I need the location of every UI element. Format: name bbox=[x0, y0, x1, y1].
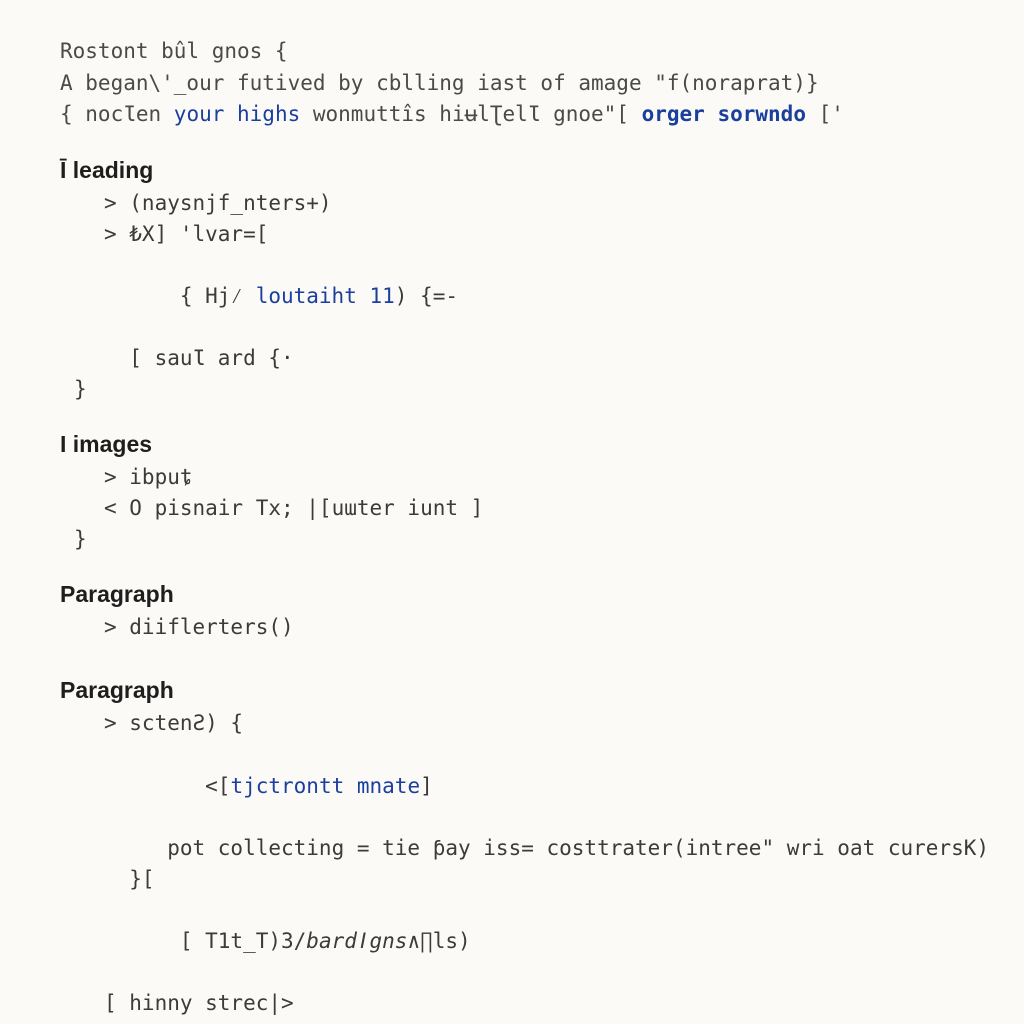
section-images-body: > ibpuȶ < O pisnair Tx; |[uɯter iunt ] bbox=[104, 462, 994, 524]
header-line-3: { nocƖen your highs wonmuttîs hiʉlƮelƖ g… bbox=[60, 99, 994, 131]
s2-close: } bbox=[74, 524, 994, 555]
h3d: orger sorwndo bbox=[642, 102, 806, 126]
h3b: your highs bbox=[174, 102, 300, 126]
s4-l4: }[ bbox=[104, 864, 994, 895]
s3-l1: > diiflerters() bbox=[104, 612, 994, 643]
s4-l5b: bardǀgns bbox=[306, 929, 407, 953]
section-para2-body: > sctenƧ) { <[tjctrontt mnate] pot colle… bbox=[104, 708, 994, 1024]
s4-l5: [ T1t_T)3/bardǀgns∧∏ls) bbox=[104, 895, 994, 988]
section-leading-title: Ī leading bbox=[60, 157, 994, 184]
header-line-2: A began\'_our futived by cblling iast of… bbox=[60, 68, 994, 100]
s4-l2: <[tjctrontt mnate] bbox=[104, 739, 994, 832]
h3e: [' bbox=[806, 102, 844, 126]
h3c: wonmuttîs hiʉlƮelƖ gnoe"[ bbox=[300, 102, 641, 126]
s1-l3c: ) {=- bbox=[395, 284, 458, 308]
s4-l7: > ASC LT]Ƭ(X)" ᔓ> bbox=[104, 1019, 994, 1024]
s1-l4: [ sauƖ ard {· bbox=[104, 343, 994, 374]
header-line-1: Rostont bûl gnos { bbox=[60, 36, 994, 68]
section-para2-title: Paragraph bbox=[60, 677, 994, 704]
s4-l3: pot collecting = tie ƥay iss= costtrater… bbox=[104, 833, 994, 864]
s4-l2a: <[ bbox=[180, 774, 231, 798]
header-block: Rostont bûl gnos { A began\'_our futived… bbox=[60, 36, 994, 131]
s4-l6: [ hinny strec|> bbox=[104, 988, 994, 1019]
section-leading-body: > (naysnjf_nters+) > ₺X] 'lvar=[ { Hj⁄ l… bbox=[104, 188, 994, 374]
s4-l5c: ∧∏ls) bbox=[407, 929, 470, 953]
code-document: Rostont bûl gnos { A began\'_our futived… bbox=[0, 0, 1024, 1024]
s4-l2b: tjctrontt mnate bbox=[230, 774, 420, 798]
s2-l1: > ibpuȶ bbox=[104, 462, 994, 493]
h3a: { nocƖen bbox=[60, 102, 174, 126]
s1-close: } bbox=[74, 374, 994, 405]
header-line-2b: "f(noraprat)} bbox=[654, 71, 818, 95]
s1-l3a: { Hj⁄ bbox=[180, 284, 256, 308]
header-line-2a: A began\'_our futived by cblling iast of… bbox=[60, 71, 654, 95]
s1-l3: { Hj⁄ loutaiht 11) {=- bbox=[104, 250, 994, 343]
s4-l5a: [ T1t_T)3/ bbox=[180, 929, 306, 953]
s2-l2: < O pisnair Tx; |[uɯter iunt ] bbox=[104, 493, 994, 524]
s4-l1: > sctenƧ) { bbox=[104, 708, 994, 739]
s1-l1: > (naysnjf_nters+) bbox=[104, 188, 994, 219]
s1-l3b: loutaiht 11 bbox=[256, 284, 395, 308]
section-para1-title: Paragraph bbox=[60, 581, 994, 608]
s4-l2c: ] bbox=[420, 774, 433, 798]
section-para1-body: > diiflerters() bbox=[104, 612, 994, 643]
s1-l2: > ₺X] 'lvar=[ bbox=[104, 219, 994, 250]
section-images-title: I images bbox=[60, 431, 994, 458]
